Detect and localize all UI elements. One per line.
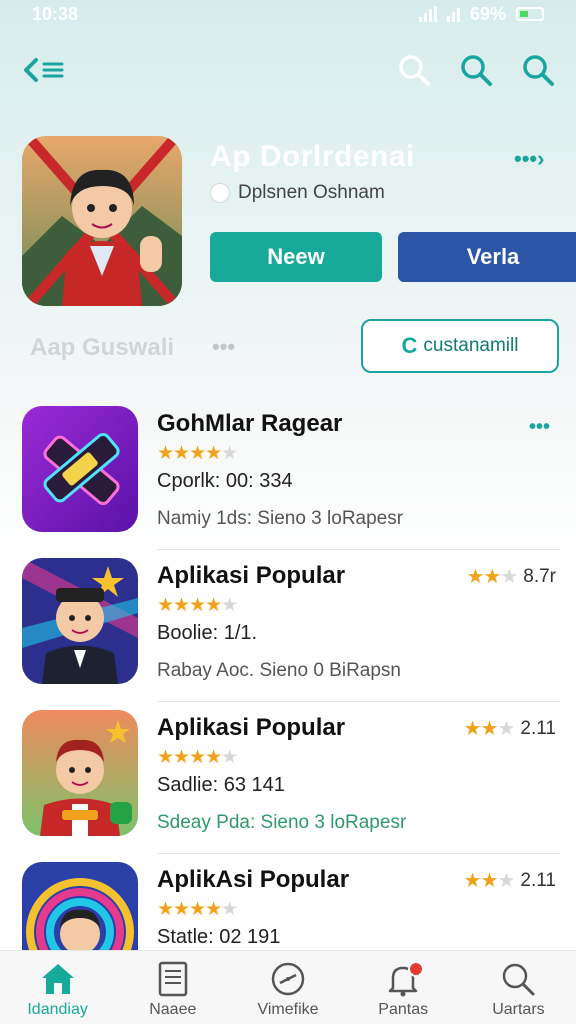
side-rating-value: 2.11 xyxy=(520,717,556,739)
avatar-illustration xyxy=(22,710,138,836)
app-icon xyxy=(22,406,138,532)
top-actions xyxy=(392,48,560,92)
nav-label: Pantas xyxy=(378,1001,429,1018)
app-meta-secondary: Sdeay Pda: Sieno 3 loRapesr xyxy=(157,812,407,833)
search-icon xyxy=(503,963,535,996)
top-bar xyxy=(0,46,576,94)
back-button[interactable] xyxy=(22,50,66,90)
more-options-button[interactable]: •••› xyxy=(514,146,544,172)
side-rating: ★★★ 2.11 xyxy=(464,868,556,893)
side-rating-value: 2.11 xyxy=(520,869,556,891)
list-item[interactable]: Aplikasi Popular ★★★★★ Sadlie: 63 141 Sd… xyxy=(0,702,576,854)
search-icon xyxy=(523,55,554,86)
app-title: AplikAsi Popular xyxy=(157,866,350,893)
bottom-nav: Idandiay Naaee Vimefike Pantas Uartars xyxy=(0,950,576,1024)
notification-badge xyxy=(407,961,424,977)
nav-label: Idandiay xyxy=(27,1001,88,1018)
signal-icon xyxy=(418,6,437,22)
app-meta: Statle: 02 191 xyxy=(157,926,281,948)
refresh-icon: C xyxy=(401,333,418,358)
back-menu-icon xyxy=(24,58,64,82)
app-icon xyxy=(22,558,138,684)
status-time: 10:38 xyxy=(32,3,79,24)
battery-percent: 69% xyxy=(469,3,506,24)
search-button-3[interactable] xyxy=(516,48,560,92)
app-title: GohMlar Ragear xyxy=(157,410,343,437)
app-title: Aplikasi Popular xyxy=(157,714,346,741)
battery-icon xyxy=(516,7,544,21)
featured-app-icon[interactable] xyxy=(22,136,182,306)
side-rating-value: 8.7r xyxy=(523,565,556,587)
custom-action-button[interactable]: C custanamill xyxy=(361,319,559,373)
nav-label: Vimefike xyxy=(257,1001,319,1018)
nav-explore[interactable]: Vimefike xyxy=(230,951,345,1024)
nav-documents[interactable]: Naaee xyxy=(115,951,230,1024)
avatar-illustration xyxy=(22,558,138,684)
app-meta: Boolie: 1/1. xyxy=(157,622,258,644)
rating-stars: ★★★★★ xyxy=(157,747,238,768)
section-title: Aap Guswali xyxy=(30,334,175,361)
wifi-icon xyxy=(446,6,460,22)
status-right: 69% xyxy=(418,3,544,25)
verla-button[interactable]: Verla xyxy=(398,232,576,282)
app-icon xyxy=(22,710,138,836)
avatar-illustration xyxy=(22,136,182,306)
rating-stars: ★★★★★ xyxy=(157,595,238,616)
list-item[interactable]: GohMlar Ragear ★★★★★ Cporlk: 00: 334 Nam… xyxy=(0,398,576,550)
featured-app-subtitle: Dplsnen Oshnam xyxy=(210,182,385,204)
side-rating: ★★★ 2.11 xyxy=(464,716,556,741)
search-icon xyxy=(399,55,430,86)
app-meta: Sadlie: 63 141 xyxy=(157,774,285,796)
search-button-2[interactable] xyxy=(454,48,498,92)
mini-stars: ★★★ xyxy=(463,870,516,892)
custom-action-label: custanamill xyxy=(423,335,519,356)
app-title: Aplikasi Popular xyxy=(157,562,346,589)
nav-label: Uartars xyxy=(492,1001,545,1018)
rating-stars: ★★★★★ xyxy=(157,899,238,920)
status-bar: 10:38 69% xyxy=(0,0,576,28)
document-icon xyxy=(158,961,188,997)
nav-search[interactable]: Uartars xyxy=(461,951,576,1024)
radio-icon[interactable] xyxy=(210,183,230,203)
search-button-1[interactable] xyxy=(392,48,436,92)
section-more-icon[interactable]: ••• xyxy=(212,334,235,360)
cross-blocks-icon xyxy=(22,406,138,532)
featured-app-title: Ap Dorlrdenai xyxy=(210,140,415,173)
app-meta: Cporlk: 00: 334 xyxy=(157,470,293,492)
nav-notifications[interactable]: Pantas xyxy=(346,951,461,1024)
compass-icon xyxy=(271,962,305,996)
side-rating: ★★★ 8.7r xyxy=(466,564,556,589)
nav-label: Naaee xyxy=(149,1001,197,1018)
subtitle-text: Dplsnen Oshnam xyxy=(238,182,385,203)
nav-home[interactable]: Idandiay xyxy=(0,951,115,1024)
home-icon xyxy=(41,964,74,994)
app-meta-secondary: Rabay Aoc. Sieno 0 BiRapsn xyxy=(157,660,401,681)
app-meta-secondary: Namiy 1ds: Sieno 3 loRapesr xyxy=(157,508,404,529)
rating-stars: ★★★★★ xyxy=(157,443,238,464)
mini-stars: ★★★ xyxy=(463,718,516,740)
search-icon xyxy=(461,55,492,86)
mini-stars: ★★★ xyxy=(466,566,518,588)
chevron-right-icon: › xyxy=(537,146,545,171)
more-options-icon[interactable]: ••• xyxy=(529,416,550,439)
list-item[interactable]: Aplikasi Popular ★★★★★ Boolie: 1/1. Raba… xyxy=(0,550,576,702)
new-button[interactable]: Neew xyxy=(210,232,382,282)
